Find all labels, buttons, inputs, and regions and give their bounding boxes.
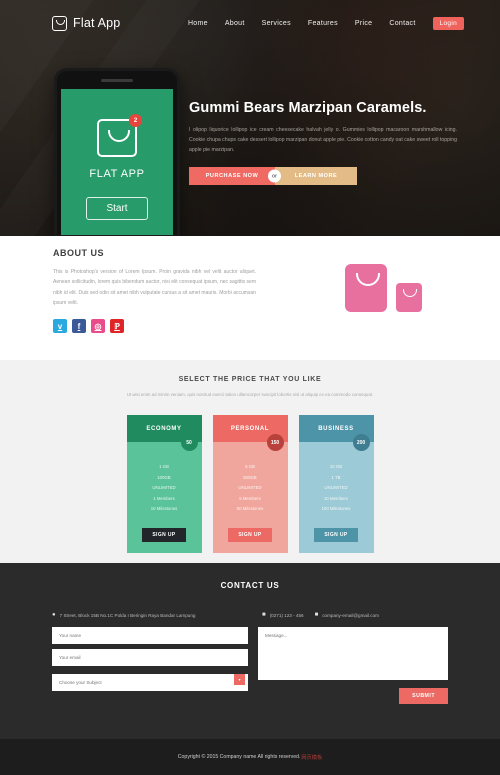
nav-item-price[interactable]: Price [355, 20, 372, 27]
hero-paragraph: I olipop liquorice lollipop ice cream ch… [189, 127, 457, 154]
hero-section: Flat App Home About Services Features Pr… [0, 0, 500, 236]
plan-feature: UNLIMITED [324, 485, 348, 491]
start-button[interactable]: Start [86, 197, 148, 220]
pricing-section: SELECT THE PRICE THAT YOU LIKE Ut wisi e… [0, 360, 500, 563]
subject-select[interactable] [52, 674, 248, 691]
social-links: ᴠ f ◎ ℙ [53, 319, 500, 333]
phone-speaker [101, 79, 133, 82]
email-input[interactable] [52, 649, 248, 666]
shopping-bags-illustration [345, 264, 422, 312]
subject-select-wrapper: ▾ [52, 671, 248, 691]
plan-feature: 1 Members [153, 495, 175, 501]
plan-feature: UNLIMITED [238, 485, 262, 491]
form-right-column: SUBMIT [258, 627, 448, 704]
nav-item-services[interactable]: Services [262, 20, 291, 27]
footer-extra-text: 网页模板 [301, 754, 323, 761]
facebook-icon[interactable]: f [72, 319, 86, 333]
sign-up-button[interactable]: SIGN UP [228, 527, 272, 542]
plan-feature: 10 Milestones [150, 506, 178, 512]
email-text: company-email@gmail.com [322, 612, 379, 618]
learn-more-button[interactable]: LEARN MORE [275, 167, 357, 186]
app-bag-icon: 2 [97, 114, 142, 157]
large-bag-icon [345, 264, 387, 312]
chevron-down-icon[interactable]: ▾ [234, 674, 245, 685]
plan-feature: 1 GB [159, 464, 169, 470]
sign-up-button[interactable]: SIGN UP [142, 527, 186, 542]
plan-price-badge: 200 [352, 434, 370, 452]
page-footer: Copyright © 2015 Company name All rights… [0, 739, 500, 775]
plan-features: 1 GB 100GB UNLIMITED 1 Members 10 Milest… [127, 442, 202, 515]
pricing-cards: ECONOMY 50 1 GB 100GB UNLIMITED 1 Member… [0, 415, 500, 553]
page-root: Flat App Home About Services Features Pr… [0, 0, 500, 775]
plan-feature: 100GB [157, 474, 171, 480]
contact-section: CONTACT US ● 7 Street, Block 15B No.1C P… [0, 563, 500, 739]
hero-title: Gummi Bears Marzipan Caramels. [189, 100, 427, 116]
plan-feature: 500GB [243, 474, 257, 480]
contact-title: CONTACT US [220, 581, 280, 590]
nav-item-home[interactable]: Home [188, 20, 208, 27]
nav-item-features[interactable]: Features [308, 20, 338, 27]
pinterest-icon[interactable]: ℙ [110, 319, 124, 333]
about-section: ABOUT US This is Photoshop's version of … [0, 236, 500, 360]
plan-feature: 50 Milestones [236, 506, 264, 512]
pricing-title: SELECT THE PRICE THAT YOU LIKE [178, 376, 322, 383]
nav-item-about[interactable]: About [225, 20, 245, 27]
plan-feature: 5 GB [245, 464, 255, 470]
notification-badge: 2 [129, 114, 142, 127]
submit-button[interactable]: SUBMIT [399, 688, 448, 704]
hero-copy: Gummi Bears Marzipan Caramels. I olipop … [189, 100, 467, 186]
dribbble-icon[interactable]: ◎ [91, 319, 105, 333]
form-left-column: ▾ [52, 627, 248, 704]
location-pin-icon: ● [52, 612, 56, 618]
sign-up-button[interactable]: SIGN UP [314, 527, 358, 542]
or-divider: or [268, 169, 281, 183]
plan-feature: 10 Members [324, 495, 348, 501]
pricing-card-personal: PERSONAL 150 5 GB 500GB UNLIMITED 5 Memb… [212, 415, 288, 553]
plan-feature: 10 GB [329, 464, 343, 470]
plan-feature: 100 Milestones [321, 506, 351, 512]
twitter-icon[interactable]: ᴠ [53, 319, 67, 333]
about-inner: ABOUT US This is Photoshop's version of … [0, 236, 500, 333]
nav-links: Home About Services Features Price Conta… [188, 16, 464, 30]
name-input[interactable] [52, 627, 248, 644]
site-logo[interactable]: Flat App [52, 15, 121, 31]
contact-form: ▾ SUBMIT [0, 627, 500, 704]
message-textarea[interactable] [258, 627, 448, 680]
main-navigation: Flat App Home About Services Features Pr… [0, 0, 500, 46]
phone-icon: ■ [262, 612, 266, 618]
plan-feature: 5 Members [239, 495, 261, 501]
pricing-subtitle: Ut wisi enim ad minim veniam, quis nostr… [126, 392, 374, 397]
phone-mockup: 2 FLAT APP Start [54, 68, 180, 236]
contact-info: ● 7 Street, Block 15B No.1C Polda I Beri… [0, 612, 500, 618]
hero-buttons: PURCHASE NOW LEARN MORE or [189, 167, 357, 186]
plan-price-badge: 50 [180, 434, 198, 452]
bag-icon [52, 15, 67, 31]
about-paragraph: This is Photoshop's version of Lorem Ips… [53, 269, 256, 306]
envelope-icon: ■ [314, 612, 319, 618]
purchase-now-button[interactable]: PURCHASE NOW [189, 167, 275, 186]
pricing-card-economy: ECONOMY 50 1 GB 100GB UNLIMITED 1 Member… [126, 415, 202, 553]
about-heading: ABOUT US [53, 248, 104, 258]
contact-details: ■ (0271) 123 - 456 ■ company-email@gmail… [262, 612, 379, 618]
plan-feature: 1 TB [331, 474, 341, 480]
phone-screen: 2 FLAT APP Start [61, 89, 173, 235]
plan-features: 5 GB 500GB UNLIMITED 5 Members 50 Milest… [213, 442, 288, 515]
address-text: 7 Street, Block 15B No.1C Polda I Bering… [59, 612, 196, 618]
plan-feature: UNLIMITED [152, 485, 176, 491]
plan-price-badge: 150 [266, 434, 284, 452]
copyright-text: Copyright © 2015 Company name All rights… [177, 754, 301, 760]
nav-item-login[interactable]: Login [432, 16, 464, 30]
app-name-label: FLAT APP [89, 168, 145, 180]
small-bag-icon [396, 283, 422, 312]
nav-item-contact[interactable]: Contact [389, 20, 415, 27]
address-block: ● 7 Street, Block 15B No.1C Polda I Beri… [52, 612, 262, 618]
logo-label: Flat App [73, 16, 121, 30]
phone-block: ■ (0271) 123 - 456 [262, 612, 304, 618]
plan-features: 10 GB 1 TB UNLIMITED 10 Members 100 Mile… [299, 442, 374, 515]
email-block: ■ company-email@gmail.com [315, 612, 379, 618]
phone-text: (0271) 123 - 456 [269, 612, 304, 618]
pricing-card-business: BUSINESS 200 10 GB 1 TB UNLIMITED 10 Mem… [298, 415, 374, 553]
